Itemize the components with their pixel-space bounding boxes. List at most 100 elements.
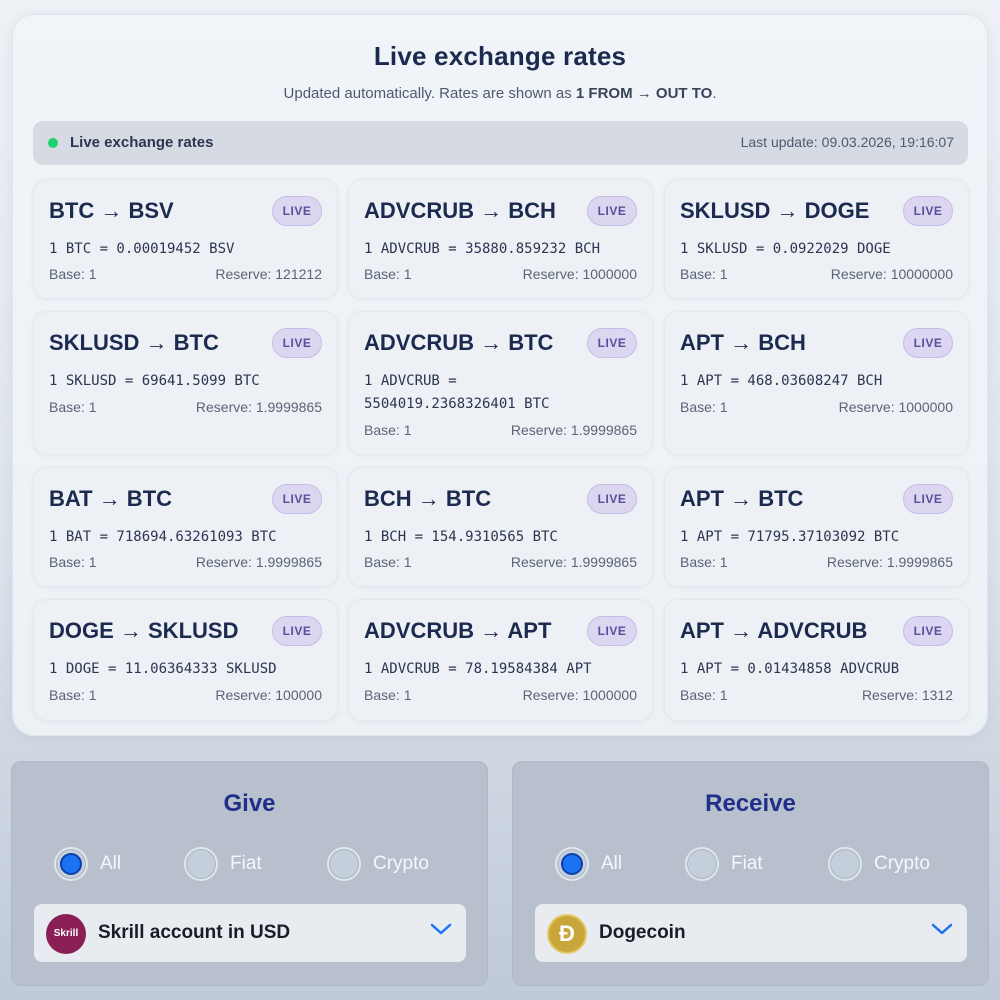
reserve-value: Reserve: 1.9999865	[195, 399, 322, 415]
rates-title: Live exchange rates	[373, 41, 627, 71]
status-label: Live exchange rates	[70, 134, 214, 151]
give-radio-crypto[interactable]: Crypto	[327, 846, 429, 882]
give-title: Give	[223, 790, 276, 817]
give-select-value: Skrill account in USD	[98, 922, 291, 943]
reserve-value: Reserve: 1.9999865	[510, 422, 637, 438]
radio-label: All	[601, 853, 623, 874]
pair-title: BAT → BTC	[49, 486, 173, 511]
receive-panel: Receive All Fiat Crypto Ð Dogecoin	[512, 761, 989, 986]
rates-grid: BTC → BSV LIVE 1 BTC = 0.00019452 BSV Ba…	[33, 179, 969, 723]
receive-radio-crypto[interactable]: Crypto	[828, 846, 930, 882]
reserve-value: Reserve: 10000000	[830, 266, 953, 282]
radio-label: Crypto	[874, 853, 930, 874]
reserve-value: Reserve: 1312	[861, 687, 953, 703]
rate-card[interactable]: APT → ADVCRUB LIVE 1 APT = 0.01434858 AD…	[664, 599, 969, 721]
rate-card[interactable]: ADVCRUB → APT LIVE 1 ADVCRUB = 78.195843…	[348, 599, 653, 721]
pair-title: BCH → BTC	[364, 486, 492, 511]
rate-value: 1 ADVCRUB = 35880.859232 BCH	[364, 241, 601, 257]
radio-label: All	[100, 853, 122, 874]
live-badge: LIVE	[272, 328, 322, 358]
radio-label: Fiat	[731, 853, 763, 874]
receive-filter-group: All Fiat Crypto	[513, 846, 988, 882]
base-value: Base: 1	[364, 422, 412, 438]
receive-radio-fiat[interactable]: Fiat	[685, 846, 763, 882]
rate-value: 1 ADVCRUB = 5504019.2368326401 BTC	[364, 373, 550, 412]
dogecoin-logo-icon: Ð	[547, 914, 587, 954]
rate-card[interactable]: ADVCRUB → BCH LIVE 1 ADVCRUB = 35880.859…	[348, 179, 653, 299]
base-value: Base: 1	[680, 687, 728, 703]
rate-card[interactable]: APT → BTC LIVE 1 APT = 71795.37103092 BT…	[664, 467, 969, 587]
live-badge: LIVE	[903, 484, 953, 514]
pair-title: SKLUSD → BTC	[49, 330, 219, 355]
skrill-logo-icon: Skrill	[46, 914, 86, 954]
base-value: Base: 1	[49, 266, 97, 282]
live-badge: LIVE	[272, 616, 322, 646]
rate-value: 1 BCH = 154.9310565 BTC	[364, 529, 558, 545]
give-currency-select[interactable]: Skrill Skrill account in USD	[34, 904, 466, 962]
live-badge: LIVE	[587, 616, 637, 646]
live-rates-panel: Live exchange rates Updated automaticall…	[12, 14, 988, 736]
radio-unchecked-icon[interactable]	[685, 847, 719, 881]
live-badge: LIVE	[587, 196, 637, 226]
base-value: Base: 1	[364, 554, 412, 570]
last-update: Last update: 09.03.2026, 19:16:07	[741, 134, 954, 150]
radio-unchecked-icon[interactable]	[327, 847, 361, 881]
base-value: Base: 1	[49, 687, 97, 703]
pair-title: APT → BTC	[680, 486, 804, 511]
rate-card[interactable]: ADVCRUB → BTC LIVE 1 ADVCRUB = 5504019.2…	[348, 311, 653, 455]
rate-card[interactable]: APT → BCH LIVE 1 APT = 468.03608247 BCH …	[664, 311, 969, 455]
rate-value: 1 BTC = 0.00019452 BSV	[49, 241, 235, 257]
rate-value: 1 APT = 0.01434858 ADVCRUB	[680, 661, 900, 677]
chevron-down-icon[interactable]	[931, 922, 953, 936]
base-value: Base: 1	[49, 554, 97, 570]
radio-unchecked-icon[interactable]	[184, 847, 218, 881]
rate-value: 1 DOGE = 11.06364333 SKLUSD	[49, 661, 277, 677]
reserve-value: Reserve: 1000000	[522, 687, 637, 703]
subtitle-prefix: Updated automatically. Rates are shown a…	[283, 85, 576, 102]
base-value: Base: 1	[680, 266, 728, 282]
rate-card[interactable]: SKLUSD → DOGE LIVE 1 SKLUSD = 0.0922029 …	[664, 179, 969, 299]
rate-card[interactable]: BAT → BTC LIVE 1 BAT = 718694.63261093 B…	[33, 467, 338, 587]
live-badge: LIVE	[903, 328, 953, 358]
reserve-value: Reserve: 1000000	[838, 399, 953, 415]
rate-card[interactable]: SKLUSD → BTC LIVE 1 SKLUSD = 69641.5099 …	[33, 311, 338, 455]
pair-title: APT → ADVCRUB	[680, 618, 868, 643]
live-status-dot-icon	[48, 138, 58, 148]
rate-value: 1 ADVCRUB = 78.19584384 APT	[364, 661, 592, 677]
pair-title: SKLUSD → DOGE	[680, 198, 870, 223]
receive-radio-all[interactable]: All	[555, 846, 622, 882]
give-radio-fiat[interactable]: Fiat	[184, 846, 262, 882]
reserve-value: Reserve: 1.9999865	[826, 554, 953, 570]
radio-checked-icon[interactable]	[555, 847, 589, 881]
give-radio-all[interactable]: All	[54, 846, 121, 882]
rate-card[interactable]: DOGE → SKLUSD LIVE 1 DOGE = 11.06364333 …	[33, 599, 338, 721]
rate-value: 1 SKLUSD = 69641.5099 BTC	[49, 373, 260, 389]
live-badge: LIVE	[587, 328, 637, 358]
rates-subtitle: Updated automatically. Rates are shown a…	[13, 85, 987, 102]
live-badge: LIVE	[272, 196, 322, 226]
pair-title: ADVCRUB → APT	[364, 618, 552, 643]
receive-select-value: Dogecoin	[599, 922, 686, 943]
base-value: Base: 1	[680, 399, 728, 415]
rate-value: 1 APT = 468.03608247 BCH	[680, 373, 883, 389]
live-badge: LIVE	[272, 484, 322, 514]
reserve-value: Reserve: 100000	[215, 687, 322, 703]
reserve-value: Reserve: 1000000	[522, 266, 637, 282]
radio-unchecked-icon[interactable]	[828, 847, 862, 881]
receive-currency-select[interactable]: Ð Dogecoin	[535, 904, 967, 962]
live-badge: LIVE	[903, 196, 953, 226]
radio-label: Crypto	[373, 853, 429, 874]
base-value: Base: 1	[680, 554, 728, 570]
pair-title: ADVCRUB → BTC	[364, 330, 554, 355]
rate-card[interactable]: BTC → BSV LIVE 1 BTC = 0.00019452 BSV Ba…	[33, 179, 338, 299]
rate-value: 1 SKLUSD = 0.0922029 DOGE	[680, 241, 891, 257]
last-update-label: Last update:	[740, 134, 818, 150]
live-badge: LIVE	[587, 484, 637, 514]
pair-title: ADVCRUB → BCH	[364, 198, 556, 223]
pair-title: DOGE → SKLUSD	[49, 618, 239, 643]
reserve-value: Reserve: 121212	[215, 266, 322, 282]
chevron-down-icon[interactable]	[430, 922, 452, 936]
radio-checked-icon[interactable]	[54, 847, 88, 881]
base-value: Base: 1	[49, 399, 97, 415]
rate-card[interactable]: BCH → BTC LIVE 1 BCH = 154.9310565 BTC B…	[348, 467, 653, 587]
